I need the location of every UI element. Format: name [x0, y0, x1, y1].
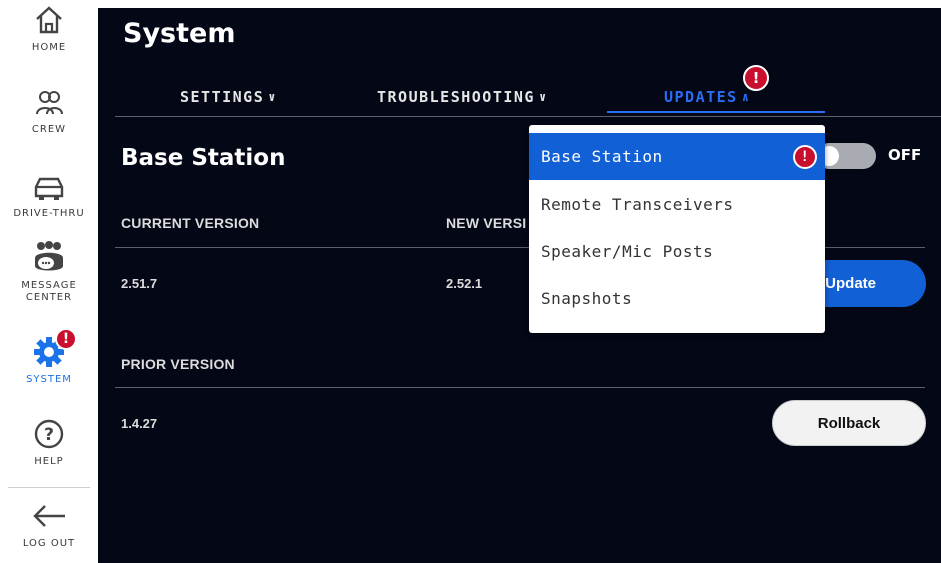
- current-version-label: CURRENT VERSION: [121, 215, 260, 231]
- menu-item-label: Snapshots: [541, 289, 633, 308]
- menu-item-speaker-mic-posts[interactable]: Speaker/Mic Posts: [529, 228, 825, 275]
- nav-home-label: HOME: [31, 42, 67, 53]
- menu-item-label: Speaker/Mic Posts: [541, 242, 714, 261]
- main-panel: System SETTINGS ∨ TROUBLESHOOTING ∨ UPDA…: [98, 8, 941, 563]
- chevron-down-icon: ∨: [268, 90, 277, 104]
- nav-message-center[interactable]: MESSAGE CENTER: [0, 240, 98, 304]
- tab-troubleshooting-label: TROUBLESHOOTING: [377, 88, 535, 106]
- chevron-down-icon: ∨: [538, 90, 548, 104]
- nav-help-label: HELP: [34, 456, 64, 467]
- menu-item-remote-transceivers[interactable]: Remote Transceivers: [529, 181, 825, 228]
- gear-icon: !: [31, 328, 77, 370]
- nav-help[interactable]: ? HELP: [0, 416, 98, 468]
- prior-version-label: PRIOR VERSION: [121, 356, 235, 372]
- nav-system[interactable]: ! SYSTEM: [0, 328, 98, 386]
- tab-settings[interactable]: SETTINGS ∨: [180, 88, 277, 106]
- svg-text:?: ?: [44, 425, 54, 445]
- tab-troubleshooting[interactable]: TROUBLESHOOTING ∨: [377, 88, 548, 106]
- new-version-value: 2.52.1: [446, 276, 483, 291]
- menu-item-base-station[interactable]: Base Station !: [529, 133, 825, 180]
- tab-updates-label: UPDATES: [664, 88, 738, 106]
- menu-item-label: Remote Transceivers: [541, 195, 734, 214]
- prior-version-value: 1.4.27: [121, 416, 158, 431]
- section-title: Base Station: [121, 145, 286, 171]
- nav-drive-thru[interactable]: DRIVE-THRU: [0, 168, 98, 220]
- base-station-alert-badge: !: [793, 145, 817, 169]
- sidebar: HOME CREW DRIVE-THRU MESSAGE CENTER ! SY…: [0, 0, 98, 563]
- nav-log-out-label: LOG OUT: [22, 538, 76, 549]
- new-version-label: NEW VERSI: [446, 215, 527, 231]
- menu-item-label: Base Station: [541, 147, 663, 166]
- toggle-state-label: OFF: [888, 146, 922, 164]
- crew-icon: [31, 84, 67, 120]
- auto-update-toggle[interactable]: [816, 143, 876, 169]
- tab-updates[interactable]: UPDATES ∧: [664, 88, 750, 106]
- system-alert-badge: !: [55, 328, 77, 350]
- nav-drive-thru-label: DRIVE-THRU: [13, 208, 85, 219]
- nav-log-out[interactable]: LOG OUT: [0, 498, 98, 550]
- nav-crew[interactable]: CREW: [0, 84, 98, 136]
- updates-alert-badge: !: [743, 65, 769, 91]
- help-icon: ?: [31, 416, 67, 452]
- nav-message-center-label: MESSAGE CENTER: [21, 280, 77, 303]
- page-title: System: [123, 18, 236, 49]
- row-divider: [115, 387, 925, 388]
- updates-dropdown-menu: Base Station ! Remote Transceivers Speak…: [529, 125, 825, 333]
- tab-settings-label: SETTINGS: [180, 88, 265, 106]
- message-center-icon: [31, 240, 67, 276]
- active-tab-indicator: [607, 111, 825, 113]
- chevron-up-icon: ∧: [741, 90, 751, 104]
- rollback-button[interactable]: Rollback: [772, 400, 926, 446]
- arrow-left-icon: [31, 498, 67, 534]
- sidebar-divider: [8, 487, 90, 488]
- nav-system-label: SYSTEM: [26, 374, 72, 385]
- nav-crew-label: CREW: [31, 124, 67, 135]
- tabs-divider: [115, 116, 941, 117]
- nav-home[interactable]: HOME: [0, 2, 98, 54]
- menu-item-snapshots[interactable]: Snapshots: [529, 275, 825, 322]
- home-icon: [31, 2, 67, 38]
- current-version-value: 2.51.7: [121, 276, 158, 291]
- car-icon: [31, 168, 67, 204]
